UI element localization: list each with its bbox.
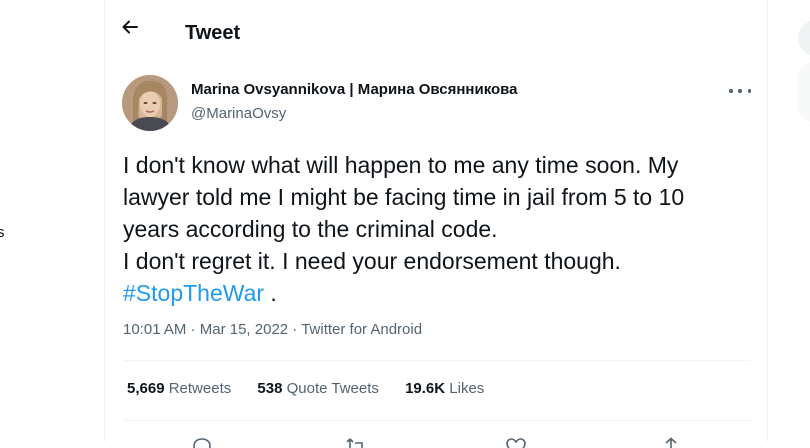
page-title: Tweet xyxy=(185,22,241,44)
quote-tweets-count: 538 xyxy=(257,380,283,397)
reply-button[interactable] xyxy=(191,436,213,448)
sidebar-card xyxy=(798,62,810,122)
hashtag-link[interactable]: #StopTheWar xyxy=(123,280,264,306)
arrow-left-icon xyxy=(122,20,138,34)
tweet-text-line: I don't regret it. I need your endorseme… xyxy=(123,248,621,274)
retweet-icon xyxy=(346,438,363,448)
tweet-source[interactable]: Twitter for Android xyxy=(301,321,422,338)
quote-tweets-stat[interactable]: 538 Quote Tweets xyxy=(257,380,378,397)
likes-count: 19.6K xyxy=(405,380,446,397)
share-button[interactable] xyxy=(660,436,682,448)
share-icon xyxy=(665,437,677,448)
tweet-date[interactable]: Mar 15, 2022 xyxy=(200,321,288,338)
tweet-metadata: 10:01 AM · Mar 15, 2022 · Twitter for An… xyxy=(123,321,422,338)
search-input[interactable] xyxy=(798,20,810,56)
avatar-image xyxy=(122,75,178,131)
nav-clipped-label[interactable]: s xyxy=(0,224,5,241)
more-dots-icon xyxy=(729,89,733,93)
tweet-time[interactable]: 10:01 AM xyxy=(123,321,186,338)
likes-stat[interactable]: 19.6K Likes xyxy=(405,380,484,397)
right-sidebar xyxy=(768,0,810,442)
meta-separator: · xyxy=(288,321,302,338)
author-display-name[interactable]: Marina Ovsyannikova | Марина Овсянникова xyxy=(191,81,518,98)
reply-icon xyxy=(193,438,211,448)
tweet-text-line: I don't know what will happen to me any … xyxy=(123,152,679,178)
more-dot xyxy=(738,89,742,93)
left-navigation: s xyxy=(0,0,104,442)
avatar[interactable] xyxy=(122,75,178,131)
tweet-detail-column: Tweet Marina Ovsyannikova | Марина Овсян… xyxy=(104,0,768,448)
hashtag-suffix: . xyxy=(264,280,277,306)
like-icon xyxy=(506,438,526,448)
like-button[interactable] xyxy=(505,436,527,448)
retweets-label: Retweets xyxy=(168,380,232,397)
tweet-text-line: years according to the criminal code. xyxy=(123,216,498,242)
meta-separator: · xyxy=(186,321,200,338)
retweet-button[interactable] xyxy=(345,436,367,448)
retweets-count: 5,669 xyxy=(127,380,165,397)
divider xyxy=(123,420,751,421)
engagement-stats: 5,669 Retweets 538 Quote Tweets 19.6K Li… xyxy=(127,380,506,397)
divider xyxy=(123,360,751,361)
tweet-actions xyxy=(105,436,767,448)
retweets-stat[interactable]: 5,669 Retweets xyxy=(127,380,231,397)
more-options-button[interactable] xyxy=(729,83,751,99)
tweet-text: I don't know what will happen to me any … xyxy=(123,149,763,309)
header-bar: Tweet xyxy=(105,0,767,53)
author-handle[interactable]: @MarinaOvsy xyxy=(191,105,286,122)
more-dot xyxy=(747,89,751,93)
back-button[interactable] xyxy=(115,14,145,40)
likes-label: Likes xyxy=(449,380,485,397)
quote-tweets-label: Quote Tweets xyxy=(286,380,379,397)
tweet-text-line: #StopTheWar . xyxy=(123,277,763,309)
tweet-text-line: lawyer told me I might be facing time in… xyxy=(123,184,685,210)
